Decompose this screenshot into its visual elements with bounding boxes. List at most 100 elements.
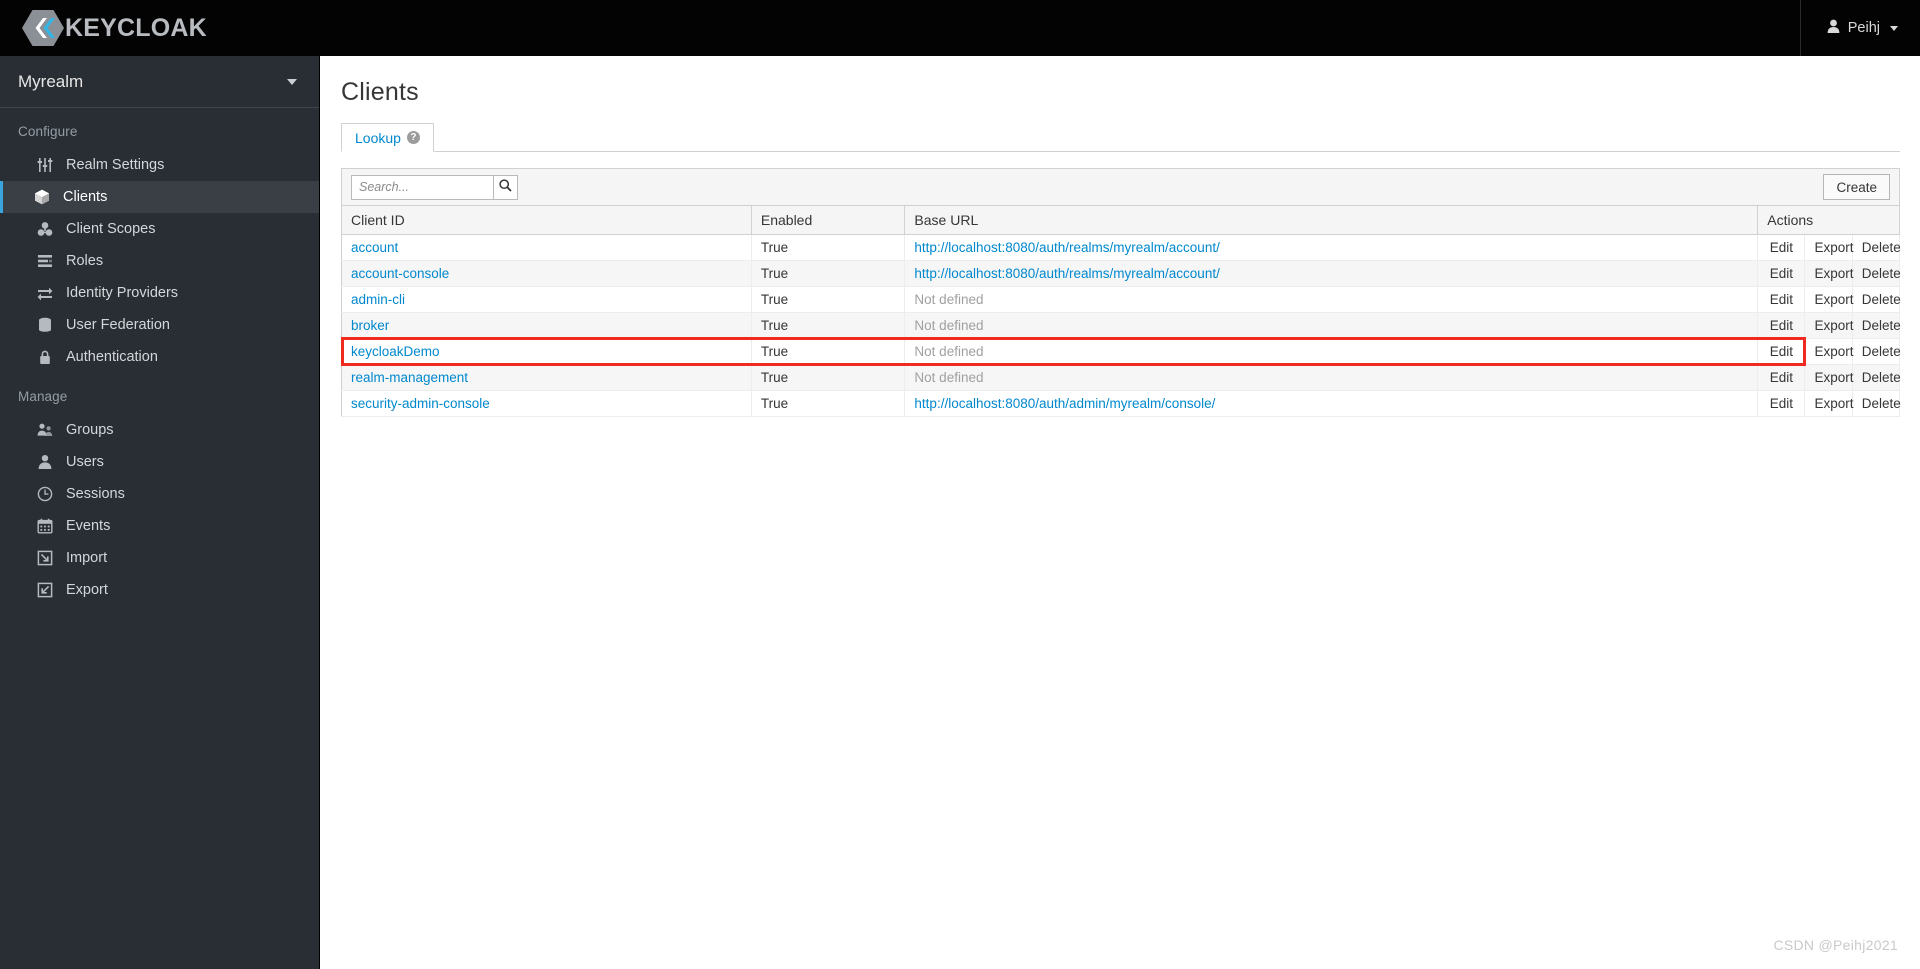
column-header-base-url: Base URL (904, 206, 1759, 235)
cell-base-url: Not defined (904, 364, 1759, 391)
sidebar-item-sessions[interactable]: Sessions (0, 478, 319, 510)
action-export-button[interactable]: Export (1804, 286, 1854, 313)
lock-icon (37, 349, 53, 365)
sidebar-item-client-scopes[interactable]: Client Scopes (0, 213, 319, 245)
cell-client-id: admin-cli (341, 286, 752, 313)
cell-client-id: security-admin-console (341, 390, 752, 417)
table-toolbar: Create (341, 168, 1900, 206)
table-row: keycloakDemo True Not defined Edit Export Del… (341, 338, 1901, 365)
sidebar-item-groups[interactable]: Groups (0, 414, 319, 446)
table-row: broker True Not defined Edit Export Delete (341, 312, 1901, 339)
sidebar-item-label: Client Scopes (66, 221, 156, 237)
sidebar-item-import[interactable]: Import (0, 542, 319, 574)
cell-client-id: realm-management (341, 364, 752, 391)
sidebar-item-label: Export (66, 582, 108, 598)
action-edit-button[interactable]: Edit (1757, 260, 1806, 287)
action-delete-button[interactable]: Delete (1852, 390, 1901, 417)
base-url-value: Not defined (914, 344, 984, 359)
sidebar-item-label: Authentication (66, 349, 158, 365)
sidebar-item-label: Events (66, 518, 111, 534)
cell-enabled: True (751, 338, 906, 365)
cell-enabled: True (751, 364, 906, 391)
cell-base-url: http://localhost:8080/auth/admin/myrealm… (904, 390, 1759, 417)
tab-lookup[interactable]: Lookup ? (341, 123, 434, 152)
sidebar-item-label: Realm Settings (66, 157, 165, 173)
cell-enabled: True (751, 234, 906, 261)
create-button[interactable]: Create (1823, 174, 1890, 200)
table-row: account True http://localhost:8080/auth/re… (341, 234, 1901, 261)
base-url-value[interactable]: http://localhost:8080/auth/realms/myreal… (914, 266, 1219, 281)
action-export-button[interactable]: Export (1804, 364, 1854, 391)
calendar-icon (37, 518, 53, 534)
client-id-link[interactable]: realm-management (351, 370, 468, 385)
sidebar-item-label: Roles (66, 253, 104, 269)
client-id-link[interactable]: broker (351, 318, 389, 333)
sidebar-item-export[interactable]: Export (0, 574, 319, 606)
action-delete-button[interactable]: Delete (1852, 338, 1901, 365)
arrow-import-icon (37, 550, 53, 566)
realm-selector[interactable]: Myrealm (0, 56, 319, 108)
action-edit-button[interactable]: Edit (1757, 338, 1806, 365)
sidebar-item-authentication[interactable]: Authentication (0, 341, 319, 373)
action-export-button[interactable]: Export (1804, 390, 1854, 417)
sidebar-item-label: Groups (66, 422, 114, 438)
cubes-icon (37, 221, 53, 237)
base-url-value: Not defined (914, 292, 984, 307)
cell-base-url: Not defined (904, 286, 1759, 313)
client-id-link[interactable]: security-admin-console (351, 396, 490, 411)
action-export-button[interactable]: Export (1804, 260, 1854, 287)
sidebar-item-users[interactable]: Users (0, 446, 319, 478)
brand-name: KEYCLOAK (65, 13, 207, 42)
action-edit-button[interactable]: Edit (1757, 364, 1806, 391)
search-button[interactable] (493, 174, 518, 200)
realm-name: Myrealm (18, 71, 84, 91)
group-users-icon (37, 422, 53, 438)
search-input[interactable] (351, 174, 493, 200)
action-export-button[interactable]: Export (1804, 338, 1854, 365)
client-id-link[interactable]: account-console (351, 266, 449, 281)
user-menu[interactable]: Peihj (1827, 19, 1898, 37)
sidebar-item-label: Identity Providers (66, 285, 179, 301)
action-edit-button[interactable]: Edit (1757, 234, 1806, 261)
masthead: KEYCLOAK Peihj (0, 0, 1920, 56)
table-row: admin-cli True Not defined Edit Export Delete (341, 286, 1901, 313)
cell-base-url: http://localhost:8080/auth/realms/myreal… (904, 234, 1759, 261)
action-edit-button[interactable]: Edit (1757, 390, 1806, 417)
action-edit-button[interactable]: Edit (1757, 286, 1806, 313)
action-delete-button[interactable]: Delete (1852, 312, 1901, 339)
action-edit-button[interactable]: Edit (1757, 312, 1806, 339)
main-content: Clients Lookup ? Create Client ID (321, 56, 1920, 969)
action-delete-button[interactable]: Delete (1852, 234, 1901, 261)
sidebar-item-roles[interactable]: Roles (0, 245, 319, 277)
sidebar-item-clients[interactable]: Clients (0, 181, 319, 213)
cell-enabled: True (751, 260, 906, 287)
table-row: security-admin-console True http://localho… (341, 390, 1901, 417)
sidebar-item-events[interactable]: Events (0, 510, 319, 542)
user-avatar-icon (1827, 19, 1840, 37)
cell-client-id: broker (341, 312, 752, 339)
client-id-link[interactable]: keycloakDemo (351, 344, 440, 359)
client-id-link[interactable]: account (351, 240, 398, 255)
action-delete-button[interactable]: Delete (1852, 364, 1901, 391)
action-export-button[interactable]: Export (1804, 312, 1854, 339)
column-header-enabled: Enabled (751, 206, 906, 235)
action-export-button[interactable]: Export (1804, 234, 1854, 261)
base-url-value: Not defined (914, 318, 984, 333)
user-icon (37, 454, 53, 470)
cube-icon (34, 189, 50, 205)
action-delete-button[interactable]: Delete (1852, 260, 1901, 287)
search-group (351, 174, 518, 200)
sidebar-item-identity-providers[interactable]: Identity Providers (0, 277, 319, 309)
help-icon[interactable]: ? (406, 131, 420, 144)
sidebar-item-realm-settings[interactable]: Realm Settings (0, 149, 319, 181)
brand[interactable]: KEYCLOAK (22, 9, 207, 47)
client-id-link[interactable]: admin-cli (351, 292, 405, 307)
base-url-value[interactable]: http://localhost:8080/auth/realms/myreal… (914, 240, 1219, 255)
base-url-value[interactable]: http://localhost:8080/auth/admin/myrealm… (914, 396, 1215, 411)
nav-section-label-manage: Manage (18, 389, 68, 404)
sidebar-item-user-federation[interactable]: User Federation (0, 309, 319, 341)
action-delete-button[interactable]: Delete (1852, 286, 1901, 313)
cell-base-url: Not defined (904, 312, 1759, 339)
sidebar-item-label: Import (66, 550, 108, 566)
table-header-row: Client ID Enabled Base URL Actions (341, 206, 1900, 235)
